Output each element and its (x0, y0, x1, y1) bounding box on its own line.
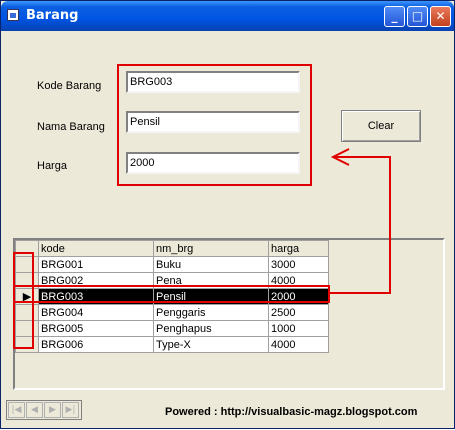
powered-by-text: Powered : http://visualbasic-magz.blogsp… (165, 406, 418, 418)
next-record-icon[interactable]: ▶ (44, 402, 61, 418)
first-record-icon[interactable]: |◀ (8, 402, 25, 418)
previous-record-icon[interactable]: ◀ (26, 402, 43, 418)
last-record-icon[interactable]: ▶| (62, 402, 79, 418)
record-navigator: |◀ ◀ ▶ ▶| (6, 400, 82, 420)
barang-window: Barang _ □ ✕ Kode Barang Nama Barang Har… (0, 0, 455, 429)
red-arrow-icon (330, 148, 391, 294)
